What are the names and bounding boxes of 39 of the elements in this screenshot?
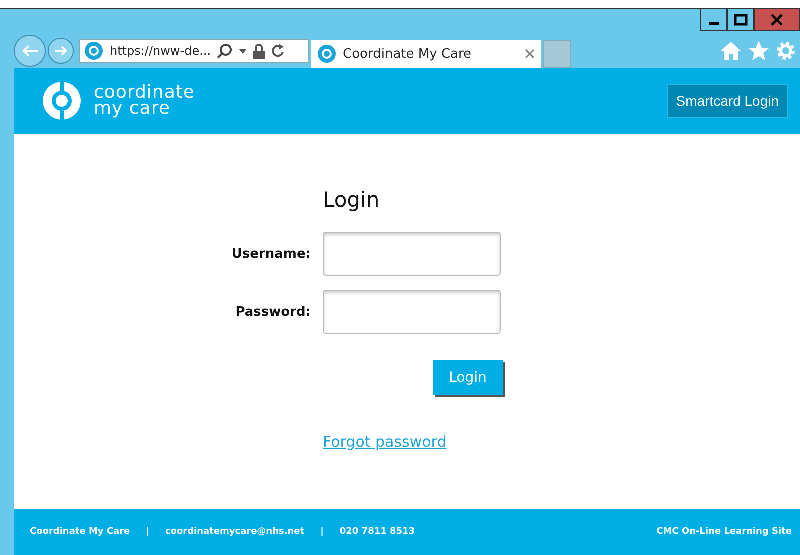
forward-button[interactable] [48,38,74,64]
field-label: Password: [234,304,311,320]
refresh-icon[interactable] [271,44,286,58]
home-icon[interactable] [720,41,742,61]
close-tab-icon[interactable] [525,49,535,59]
address-bar[interactable]: https://nww-de... [79,39,309,63]
right-arrow-icon [54,45,68,57]
minimize-icon [708,22,718,25]
lock-icon [253,44,266,58]
field-label: Username: [230,246,311,262]
address-text: https://nww-de... [110,44,212,58]
forgot-password-link[interactable]: Forgot password [323,433,503,451]
browser-tab[interactable]: Coordinate My Care [311,40,541,68]
tab-title: Coordinate My Care [343,46,473,62]
close-button[interactable] [754,9,800,31]
login-heading: Login [323,188,381,212]
settings-icon[interactable] [776,41,796,61]
site-icon [84,41,104,61]
logo-text: coordinate my care [94,85,196,117]
star-icon[interactable] [748,41,770,61]
input-field[interactable] [323,232,501,276]
tab-site-icon [317,44,337,64]
logo-icon [42,81,82,121]
footer-text: Coordinate My Care [30,527,130,537]
footer-text: 020 7811 8513 [340,527,416,537]
footer-text: coordinatemycare@nhs.net [165,527,305,537]
learning-site-link[interactable]: CMC On-Line Learning Site [656,527,792,537]
footer-text: | [146,527,150,537]
smartcard-login-button[interactable]: Smartcard Login [667,84,788,118]
search-icon[interactable] [217,43,234,59]
footer-text: | [320,527,324,537]
input-field[interactable] [323,290,501,334]
close-icon [771,14,783,26]
dropdown-caret-icon[interactable] [239,48,248,54]
maximize-icon [734,14,748,26]
minimize-button[interactable] [700,9,727,31]
login-button[interactable]: Login [433,360,503,395]
left-arrow-icon [21,44,39,58]
back-button[interactable] [14,35,46,67]
